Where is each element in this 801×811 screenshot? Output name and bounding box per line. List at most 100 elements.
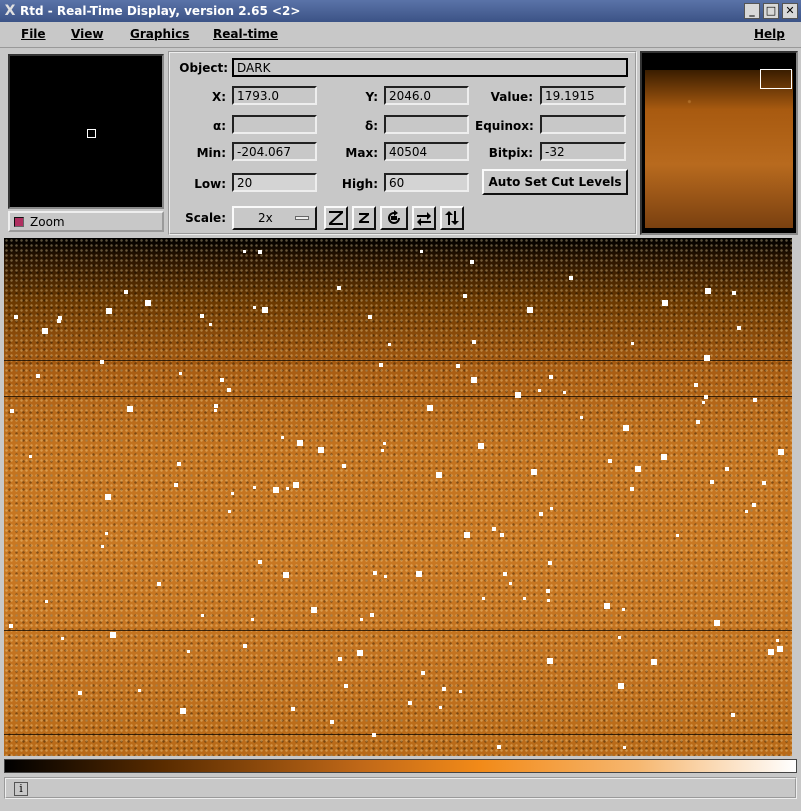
zoom-checkbox-indicator[interactable] <box>14 216 24 227</box>
bitpix-field[interactable]: -32 <box>540 142 626 161</box>
scale-value: 2x <box>258 211 273 225</box>
menu-help[interactable]: Help <box>754 27 785 41</box>
star-point <box>531 469 537 475</box>
star-point <box>180 708 186 714</box>
star-point <box>228 510 231 513</box>
rotate-button[interactable] <box>380 206 408 230</box>
star-point <box>42 328 48 334</box>
menu-view[interactable]: View <box>71 27 103 41</box>
zoom-toggle[interactable]: Zoom <box>8 211 164 232</box>
star-point <box>630 487 634 491</box>
star-point <box>694 383 698 387</box>
alpha-field[interactable] <box>232 115 317 134</box>
star-point <box>273 487 279 493</box>
star-point <box>253 486 256 489</box>
info-panel: Object: DARK X: 1793.0 Y: 2046.0 Value: … <box>168 51 637 235</box>
star-point <box>778 449 784 455</box>
flip-x-button[interactable] <box>412 206 436 230</box>
zoom-toggle-label: Zoom <box>30 214 65 229</box>
star-point <box>704 395 708 399</box>
star-point <box>251 618 254 621</box>
star-point <box>622 608 625 611</box>
menu-graphics[interactable]: Graphics <box>130 27 189 41</box>
star-point <box>61 637 64 640</box>
star-point <box>439 706 442 709</box>
max-field[interactable]: 40504 <box>384 142 469 161</box>
star-point <box>101 545 104 548</box>
close-button[interactable]: ✕ <box>782 3 798 19</box>
star-point <box>157 582 161 586</box>
star-point <box>421 671 425 675</box>
star-point <box>631 342 634 345</box>
star-point <box>384 575 387 578</box>
star-point <box>710 480 714 484</box>
star-point <box>110 632 116 638</box>
star-point <box>547 599 550 602</box>
object-field[interactable]: DARK <box>232 58 628 77</box>
zoom-panel: Zoom <box>3 51 167 234</box>
star-point <box>214 409 217 412</box>
star-point <box>618 683 624 689</box>
star-point <box>436 472 442 478</box>
star-point <box>283 572 289 578</box>
star-point <box>373 571 377 575</box>
star-point <box>243 250 246 253</box>
zoom-in-button[interactable] <box>324 206 348 230</box>
star-point <box>569 276 573 280</box>
delta-field[interactable] <box>384 115 469 134</box>
star-point <box>342 464 346 468</box>
star-point <box>357 650 363 656</box>
rotate-icon <box>388 210 400 224</box>
star-point <box>676 534 679 537</box>
main-image-display[interactable] <box>4 238 792 756</box>
panner-view[interactable] <box>640 51 798 235</box>
star-point <box>662 300 668 306</box>
star-point <box>546 589 550 593</box>
vertical-scrollbar[interactable] <box>792 238 801 756</box>
scanline <box>4 630 792 631</box>
min-field[interactable]: -204.067 <box>232 142 317 161</box>
x-field[interactable]: 1793.0 <box>232 86 317 105</box>
star-point <box>702 401 705 404</box>
star-point <box>379 363 383 367</box>
equinox-field[interactable] <box>540 115 626 134</box>
low-input[interactable]: 20 <box>232 173 317 192</box>
dropdown-indicator-icon <box>295 216 309 220</box>
star-point <box>725 467 729 471</box>
scale-label: Scale: <box>185 211 226 225</box>
star-point <box>344 684 348 688</box>
zoom-out-button[interactable] <box>352 206 376 230</box>
star-point <box>383 442 386 445</box>
high-input[interactable]: 60 <box>384 173 469 192</box>
menu-realtime[interactable]: Real-time <box>213 27 278 41</box>
zoom-in-icon <box>329 211 343 225</box>
star-point <box>368 315 372 319</box>
panner-viewport-rect[interactable] <box>760 69 792 89</box>
flip-y-button[interactable] <box>440 206 464 230</box>
auto-set-cut-levels-button[interactable]: Auto Set Cut Levels <box>482 169 628 195</box>
menu-file[interactable]: File <box>21 27 46 41</box>
value-field[interactable]: 19.1915 <box>540 86 626 105</box>
star-point <box>227 388 231 392</box>
star-point <box>427 405 433 411</box>
star-point <box>523 597 526 600</box>
min-label: Min: <box>196 146 226 160</box>
y-field[interactable]: 2046.0 <box>384 86 469 105</box>
colorbar[interactable] <box>4 759 797 773</box>
star-point <box>311 607 317 613</box>
star-point <box>416 571 422 577</box>
star-point <box>372 733 376 737</box>
star-point <box>580 416 583 419</box>
info-icon[interactable]: i <box>14 782 28 796</box>
star-point <box>482 597 485 600</box>
star-point <box>539 512 543 516</box>
value-label: Value: <box>490 90 533 104</box>
minimize-button[interactable]: _ <box>744 3 760 19</box>
star-point <box>360 618 363 621</box>
star-point <box>262 307 268 313</box>
scale-dropdown[interactable]: 2x <box>232 206 317 230</box>
status-bar: i <box>4 777 797 799</box>
star-point <box>704 355 710 361</box>
star-point <box>753 398 757 402</box>
maximize-button[interactable]: □ <box>763 3 779 19</box>
